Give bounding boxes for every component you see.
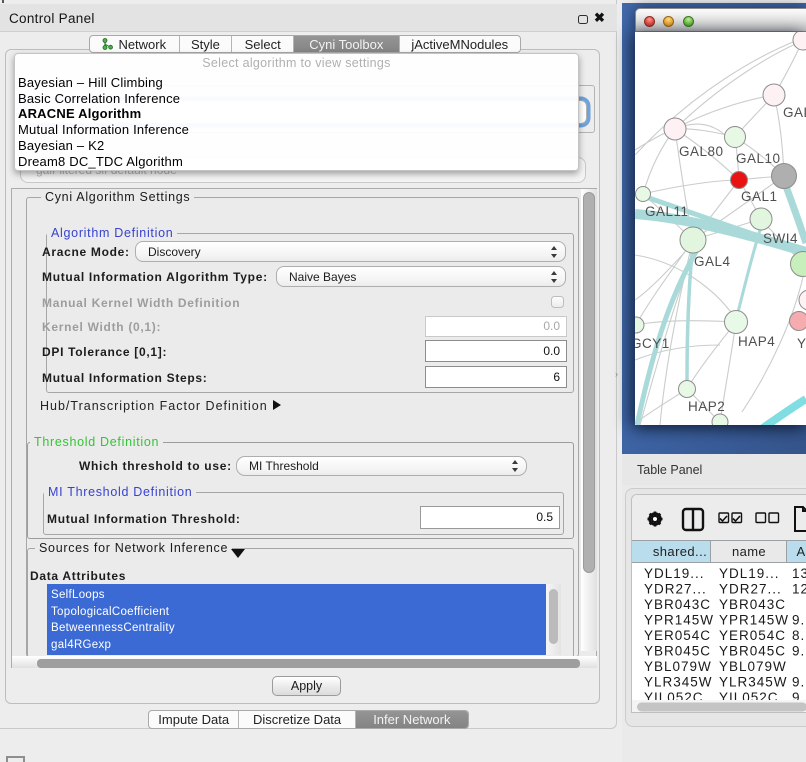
svg-text:YBR045C: YBR045C <box>644 644 711 659</box>
svg-text:GCY1: GCY1 <box>635 336 670 351</box>
svg-text:YPR145W: YPR145W <box>644 613 714 628</box>
svg-text:Y: Y <box>797 336 806 351</box>
svg-text:YER054C: YER054C <box>719 628 786 643</box>
svg-text:GAL4: GAL4 <box>694 254 731 269</box>
svg-text:GAL80: GAL80 <box>679 144 724 159</box>
svg-text:YPR145W: YPR145W <box>719 613 789 628</box>
svg-text:YBL079W: YBL079W <box>719 659 787 674</box>
svg-text:9.: 9. <box>792 644 805 659</box>
svg-text:A: A <box>796 544 805 559</box>
svg-text:YLR345W: YLR345W <box>719 675 788 690</box>
svg-text:YDL19...: YDL19... <box>644 566 705 581</box>
svg-text:HAP2: HAP2 <box>688 399 725 414</box>
svg-text:YDR27...: YDR27... <box>644 582 707 597</box>
svg-text:GAL10: GAL10 <box>736 151 781 166</box>
svg-text:13: 13 <box>792 566 806 581</box>
svg-text:YDL19...: YDL19... <box>719 566 780 581</box>
svg-text:YER054C: YER054C <box>644 628 711 643</box>
svg-text:9.: 9. <box>792 675 805 690</box>
svg-text:YBR043C: YBR043C <box>644 597 711 612</box>
svg-text:GAL1: GAL1 <box>741 189 778 204</box>
svg-text:YDR27...: YDR27... <box>719 582 782 597</box>
svg-text:GAL11: GAL11 <box>645 204 689 219</box>
svg-text:name: name <box>732 544 766 559</box>
svg-text:YBR043C: YBR043C <box>719 597 786 612</box>
svg-text:GAL8: GAL8 <box>783 105 806 120</box>
svg-text:shared...: shared... <box>653 544 707 559</box>
svg-text:SWI4: SWI4 <box>763 231 798 246</box>
svg-text:YLR345W: YLR345W <box>644 675 713 690</box>
svg-text:HAP4: HAP4 <box>738 334 775 349</box>
svg-text:YBR045C: YBR045C <box>719 644 786 659</box>
svg-text:YBL079W: YBL079W <box>644 659 712 674</box>
svg-text:9.: 9. <box>792 613 805 628</box>
svg-text:12: 12 <box>792 582 806 597</box>
svg-text:8.: 8. <box>792 628 805 643</box>
